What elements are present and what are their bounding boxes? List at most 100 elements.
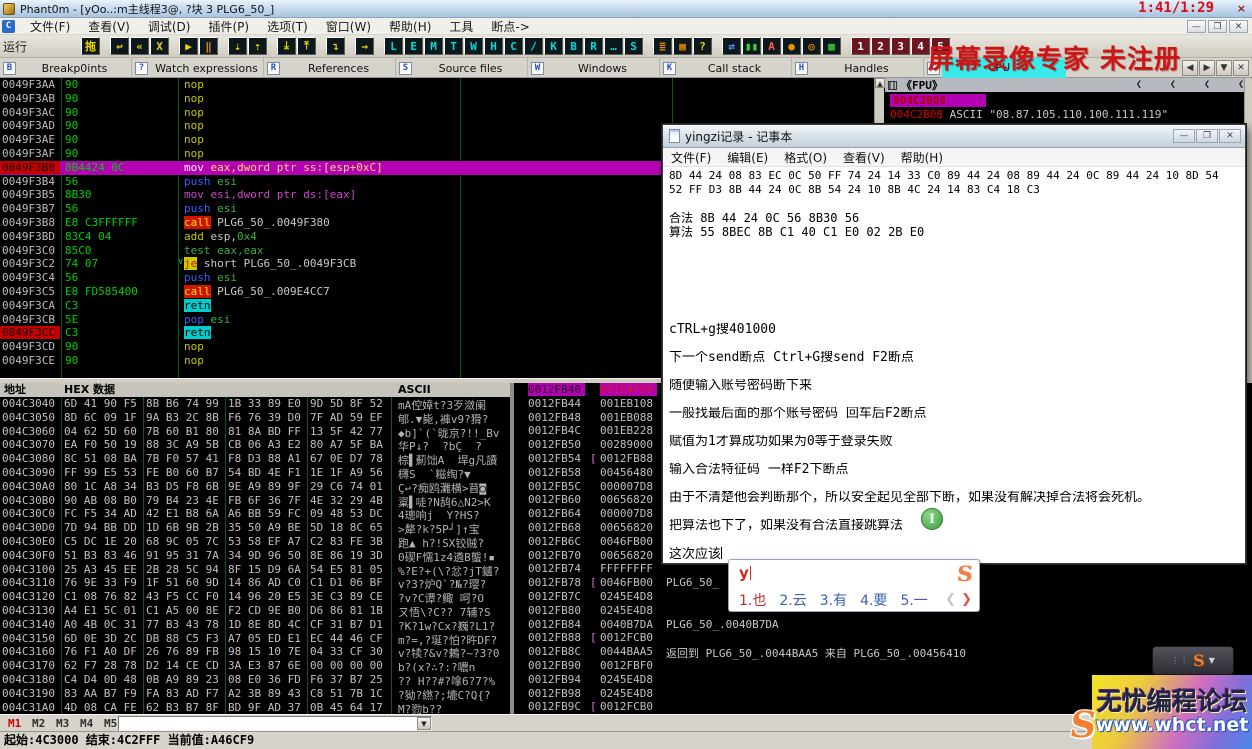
- ime-candidate[interactable]: 2.云: [779, 590, 806, 610]
- breakpoints-window-button[interactable]: B: [564, 37, 583, 55]
- plugin-a-button[interactable]: A: [762, 37, 781, 55]
- tab-list-dropdown[interactable]: ▼: [1216, 60, 1232, 76]
- threads-window-button[interactable]: T: [444, 37, 463, 55]
- tab-close[interactable]: ✕: [1233, 60, 1249, 76]
- target-button[interactable]: ◎: [802, 37, 821, 55]
- tab-windows[interactable]: WWindows: [528, 58, 660, 78]
- restore-button[interactable]: ❐: [1208, 20, 1227, 33]
- close-button[interactable]: ✕: [1229, 20, 1248, 33]
- notepad-menu-item[interactable]: 查看(V): [835, 149, 893, 166]
- preset-3-button[interactable]: 3: [891, 37, 910, 55]
- step-into-button[interactable]: ⇣: [228, 37, 247, 55]
- windows-window-button[interactable]: W: [464, 37, 483, 55]
- menu-item[interactable]: 窗口(W): [317, 18, 380, 35]
- disasm-row[interactable]: 0049F3AB90nop: [0, 92, 874, 106]
- tab-references[interactable]: RReferences: [264, 58, 396, 78]
- go-to-button[interactable]: →: [355, 37, 374, 55]
- ime-candidate[interactable]: 3.有: [820, 590, 847, 610]
- drag-attach-button[interactable]: 拖: [81, 37, 100, 55]
- notepad-menu-item[interactable]: 编辑(E): [719, 149, 776, 166]
- sogou-toolbar[interactable]: ⋮⋮ S ▼: [1152, 646, 1234, 675]
- touch-text-cursor[interactable]: I: [921, 508, 943, 530]
- restart-button[interactable]: ↩: [110, 37, 129, 55]
- command-combobox[interactable]: ▼: [118, 716, 432, 731]
- log-window-button[interactable]: L: [384, 37, 403, 55]
- tab-source-files[interactable]: SSource files: [396, 58, 528, 78]
- menu-item[interactable]: 插件(P): [199, 18, 258, 35]
- tab-call-stack[interactable]: KCall stack: [660, 58, 792, 78]
- minimize-button[interactable]: —: [1187, 20, 1206, 33]
- plugin-pause-button[interactable]: ▮▮: [742, 37, 761, 55]
- memory-tab-m3[interactable]: M3: [56, 717, 69, 730]
- ime-popup[interactable]: y S 1.也2.云3.有4.要5.一 ❮❯: [728, 559, 980, 612]
- tab-breakp0ints[interactable]: BBreakp0ints: [0, 58, 132, 78]
- executables-window-button[interactable]: E: [404, 37, 423, 55]
- notepad-maximize-button[interactable]: ❐: [1196, 129, 1218, 143]
- ime-candidate[interactable]: 4.要: [860, 590, 887, 610]
- menu-item[interactable]: 调试(D): [139, 18, 200, 35]
- notepad-close-button[interactable]: ✕: [1219, 129, 1241, 143]
- disasm-row[interactable]: 0049F3AC90nop: [0, 106, 874, 120]
- notepad-text-area[interactable]: 8D 44 24 08 83 EC 0C 50 FF 74 24 14 33 C…: [663, 167, 1245, 563]
- step-over-button[interactable]: ⇡: [248, 37, 267, 55]
- handles-window-button[interactable]: H: [484, 37, 503, 55]
- keyboard-button[interactable]: ▩: [822, 37, 841, 55]
- menu-item[interactable]: 断点->: [482, 18, 538, 35]
- references-window-button[interactable]: R: [584, 37, 603, 55]
- chevron-down-icon[interactable]: ▼: [1209, 656, 1215, 665]
- memory-tab-m1[interactable]: M1: [8, 717, 21, 730]
- scroll-left-icon[interactable]: ❮: [1170, 79, 1176, 90]
- animate-over-button[interactable]: ⤒: [297, 37, 316, 55]
- scroll-up-icon[interactable]: ▲: [875, 78, 885, 88]
- record-button[interactable]: ●: [782, 37, 801, 55]
- menu-item[interactable]: 帮助(H): [380, 18, 440, 35]
- disasm-row[interactable]: 0049F3AA90nop: [0, 78, 874, 92]
- cpu-window-button[interactable]: C: [504, 37, 523, 55]
- tab-scroll-right[interactable]: ▶: [1199, 60, 1215, 76]
- preset-1-button[interactable]: 1: [851, 37, 870, 55]
- menu-item[interactable]: 文件(F): [21, 18, 79, 35]
- tab-scroll-left[interactable]: ◀: [1182, 60, 1198, 76]
- notepad-menu-item[interactable]: 帮助(H): [893, 149, 951, 166]
- preset-2-button[interactable]: 2: [871, 37, 890, 55]
- memory-tab-m4[interactable]: M4: [80, 717, 93, 730]
- patches-window-button[interactable]: /: [524, 37, 543, 55]
- appearance-button[interactable]: ▦: [673, 37, 692, 55]
- recorder-close-icon[interactable]: ×: [1237, 2, 1246, 15]
- source-window-button[interactable]: S: [624, 37, 643, 55]
- run-trace-window-button[interactable]: …: [604, 37, 623, 55]
- notepad-menu-item[interactable]: 格式(O): [776, 149, 835, 166]
- menu-item[interactable]: 查看(V): [79, 18, 139, 35]
- registers-panel[interactable]: 《FPU》 ❮❮❮❮ 004C2B08 004C2B08 ASCII "08.8…: [885, 78, 1252, 125]
- call-stack-window-button[interactable]: K: [544, 37, 563, 55]
- pause-button[interactable]: ‖: [199, 37, 218, 55]
- notepad-window[interactable]: yingzi记录 - 记事本 —❐✕ 文件(F)编辑(E)格式(O)查看(V)帮…: [662, 124, 1246, 564]
- scroll-left-icon[interactable]: ❮: [1204, 79, 1210, 90]
- run-button[interactable]: ▶: [179, 37, 198, 55]
- tab-watch-expressions[interactable]: ?Watch expressions: [132, 58, 264, 78]
- step-back-button[interactable]: «: [130, 37, 149, 55]
- menu-item[interactable]: 选项(T): [258, 18, 317, 35]
- options-list-button[interactable]: ≣: [653, 37, 672, 55]
- notepad-menu-item[interactable]: 文件(F): [663, 149, 719, 166]
- plugin-swap-button[interactable]: ⇄: [722, 37, 741, 55]
- register-highlighted-value[interactable]: 004C2B08: [890, 94, 986, 107]
- notepad-titlebar[interactable]: yingzi记录 - 记事本 —❐✕: [663, 125, 1245, 148]
- ime-candidate[interactable]: 5.一: [900, 590, 927, 610]
- memory-tab-m5[interactable]: M5: [104, 717, 117, 730]
- prev-page-icon[interactable]: ❮: [945, 592, 956, 607]
- tab-handles[interactable]: HHandles: [792, 58, 924, 78]
- help-button[interactable]: ?: [693, 37, 712, 55]
- memory-window-button[interactable]: M: [424, 37, 443, 55]
- next-page-icon[interactable]: ❯: [961, 592, 972, 607]
- hex-dump-panel[interactable]: 地址 HEX 数据 ASCII 004C30406D 41 90 F58B B6…: [0, 383, 512, 714]
- scroll-left-icon[interactable]: ❮: [1136, 79, 1142, 90]
- chevron-down-icon[interactable]: ▼: [417, 717, 431, 730]
- animate-into-button[interactable]: ⤓: [277, 37, 296, 55]
- menu-item[interactable]: 工具: [440, 18, 482, 35]
- notepad-minimize-button[interactable]: —: [1173, 129, 1195, 143]
- execute-till-return-button[interactable]: ↴: [326, 37, 345, 55]
- ime-candidate[interactable]: 1.也: [739, 590, 766, 610]
- close-process-button[interactable]: X: [150, 37, 169, 55]
- memory-tab-m2[interactable]: M2: [32, 717, 45, 730]
